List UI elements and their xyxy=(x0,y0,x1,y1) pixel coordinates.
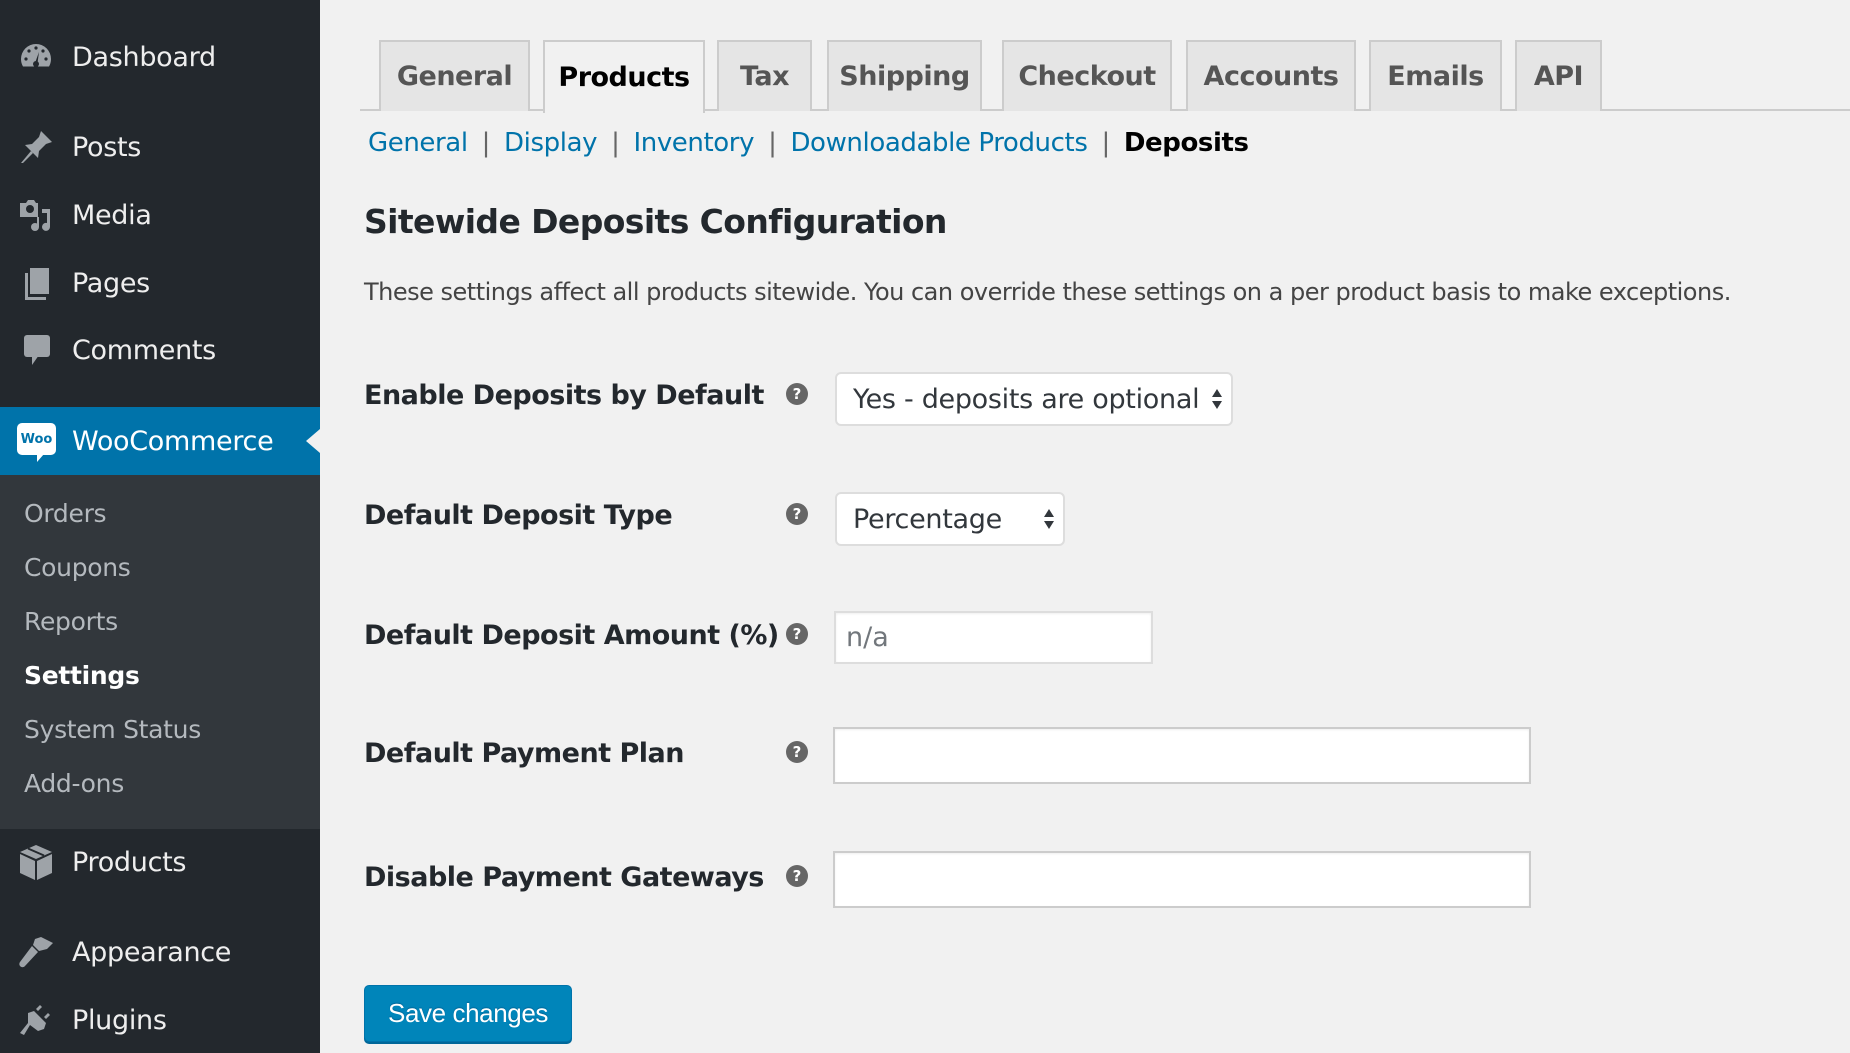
field-label-payment-plan: Default Payment Plan xyxy=(364,738,685,769)
box-icon xyxy=(17,843,55,881)
sidebar-item-comments[interactable]: Comments xyxy=(0,320,320,380)
submenu-item-system-status[interactable]: System Status xyxy=(24,715,201,744)
sidebar-item-products[interactable]: Products xyxy=(0,832,320,892)
select-arrows-icon xyxy=(1044,509,1054,529)
tab-emails[interactable]: Emails xyxy=(1369,40,1502,111)
subnav-link-display[interactable]: Display xyxy=(504,128,597,158)
deposit-amount-input[interactable]: n/a xyxy=(834,611,1153,664)
tab-api[interactable]: API xyxy=(1515,40,1602,111)
page-description: These settings affect all products sitew… xyxy=(364,278,1731,306)
woocommerce-logo-icon: Woo xyxy=(17,423,56,462)
disable-gateways-input[interactable] xyxy=(833,851,1531,908)
tab-general[interactable]: General xyxy=(379,40,530,111)
media-icon xyxy=(17,196,55,234)
submenu-item-add-ons[interactable]: Add-ons xyxy=(24,769,124,798)
payment-plan-input[interactable] xyxy=(833,727,1531,784)
field-label-deposit-type: Default Deposit Type xyxy=(364,500,673,531)
paintbrush-icon xyxy=(17,933,55,971)
submenu-item-coupons[interactable]: Coupons xyxy=(24,553,131,582)
help-icon[interactable]: ? xyxy=(786,741,808,763)
sidebar-item-label: Dashboard xyxy=(72,41,216,73)
subnav-separator: | xyxy=(611,128,620,158)
dashboard-icon xyxy=(17,38,55,76)
subnav-link-inventory[interactable]: Inventory xyxy=(633,128,754,158)
tab-checkout[interactable]: Checkout xyxy=(1002,40,1172,111)
sidebar-item-label: WooCommerce xyxy=(72,425,274,457)
help-icon[interactable]: ? xyxy=(786,865,808,887)
section-subnav: General | Display | Inventory | Download… xyxy=(368,128,1249,158)
help-icon[interactable]: ? xyxy=(786,623,808,645)
subnav-separator: | xyxy=(1101,128,1110,158)
help-icon[interactable]: ? xyxy=(786,503,808,525)
select-value: Yes - deposits are optional xyxy=(853,383,1200,415)
save-changes-button[interactable]: Save changes xyxy=(364,985,572,1042)
sidebar-item-appearance[interactable]: Appearance xyxy=(0,922,320,982)
sidebar-item-label: Plugins xyxy=(72,1004,167,1036)
sidebar-item-dashboard[interactable]: Dashboard xyxy=(0,27,320,87)
deposit-type-select[interactable]: Percentage xyxy=(835,492,1065,546)
sidebar-item-pages[interactable]: Pages xyxy=(0,253,320,313)
woocommerce-submenu: Orders Coupons Reports Settings System S… xyxy=(0,475,320,829)
select-value: Percentage xyxy=(853,503,1002,535)
sidebar-item-plugins[interactable]: Plugins xyxy=(0,990,320,1050)
sidebar-item-media[interactable]: Media xyxy=(0,185,320,245)
sidebar-item-label: Products xyxy=(72,846,187,878)
submenu-item-orders[interactable]: Orders xyxy=(24,499,107,528)
pushpin-icon xyxy=(17,128,55,166)
subnav-link-downloadable-products[interactable]: Downloadable Products xyxy=(790,128,1087,158)
comment-icon xyxy=(17,331,55,369)
submenu-item-settings[interactable]: Settings xyxy=(24,661,140,690)
field-label-deposit-amount: Default Deposit Amount (%) xyxy=(364,620,779,651)
sidebar-item-label: Posts xyxy=(72,131,142,163)
subnav-separator: | xyxy=(768,128,777,158)
subnav-link-general[interactable]: General xyxy=(368,128,468,158)
pages-icon xyxy=(17,264,55,302)
sidebar-item-label: Pages xyxy=(72,267,150,299)
subnav-current-deposits: Deposits xyxy=(1123,128,1249,158)
submenu-item-reports[interactable]: Reports xyxy=(24,607,118,636)
field-label-enable-deposits: Enable Deposits by Default xyxy=(364,380,764,411)
current-menu-pointer xyxy=(306,429,320,453)
sidebar-item-label: Media xyxy=(72,199,152,231)
sidebar-item-label: Appearance xyxy=(72,936,232,968)
plug-icon xyxy=(17,1001,55,1039)
admin-sidebar: Dashboard Posts Media Pages Comments Woo… xyxy=(0,0,320,1053)
help-icon[interactable]: ? xyxy=(786,383,808,405)
enable-deposits-select[interactable]: Yes - deposits are optional xyxy=(835,372,1233,426)
tab-products[interactable]: Products xyxy=(543,40,705,113)
field-label-disable-gateways: Disable Payment Gateways xyxy=(364,862,764,893)
sidebar-item-label: Comments xyxy=(72,334,216,366)
input-placeholder: n/a xyxy=(846,622,889,653)
select-arrows-icon xyxy=(1212,389,1222,409)
sidebar-item-posts[interactable]: Posts xyxy=(0,117,320,177)
sidebar-item-woocommerce[interactable]: Woo WooCommerce xyxy=(0,407,320,475)
settings-tabs: General Products Tax Shipping Checkout A… xyxy=(360,40,1850,113)
page-title: Sitewide Deposits Configuration xyxy=(364,202,947,241)
tab-tax[interactable]: Tax xyxy=(717,40,812,111)
subnav-separator: | xyxy=(481,128,491,158)
tab-shipping[interactable]: Shipping xyxy=(827,40,982,111)
tab-accounts[interactable]: Accounts xyxy=(1186,40,1356,111)
